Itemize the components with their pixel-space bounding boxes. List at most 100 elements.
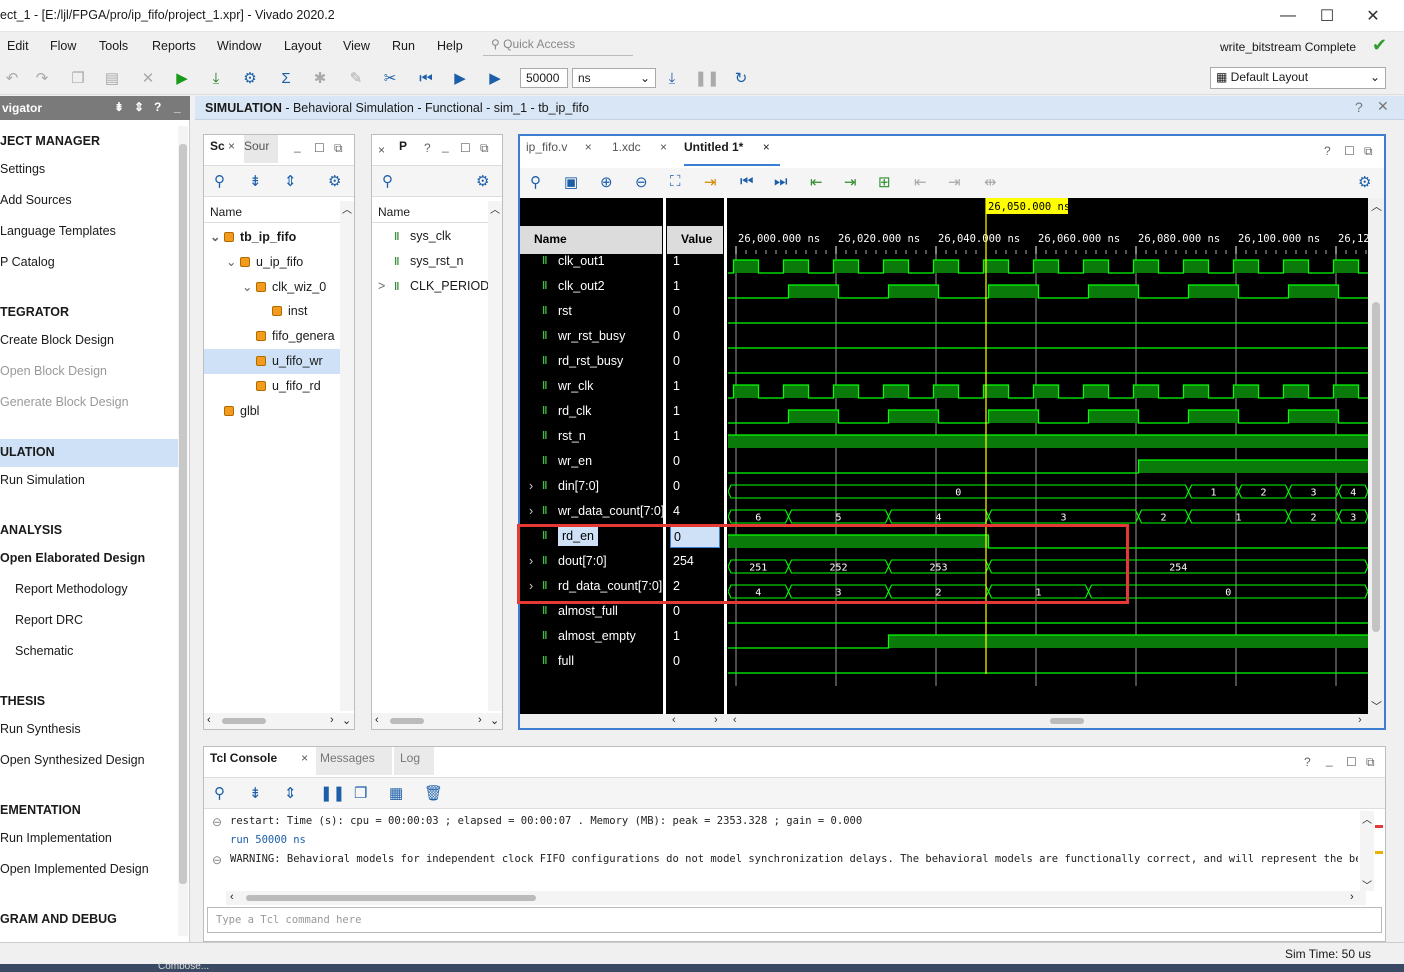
minimize-icon[interactable]: _ — [294, 139, 301, 153]
run-for-icon[interactable]: ▶ — [485, 68, 505, 88]
chevron-down-icon[interactable]: ⌄ — [242, 279, 256, 294]
menu-run[interactable]: Run — [392, 39, 415, 53]
chevron-up-icon[interactable]: ︿ — [1371, 198, 1382, 214]
sigma-icon[interactable]: Σ — [276, 68, 296, 88]
go-end-icon[interactable]: ⏭ — [774, 173, 788, 190]
nav-item-9[interactable]: ULATION — [0, 445, 55, 459]
wave-vscroll[interactable]: ︿ ﹀ — [1368, 198, 1384, 714]
float-icon[interactable]: ⧉ — [480, 141, 489, 156]
nav-item-14[interactable]: Report DRC — [15, 613, 83, 627]
chevron-down-icon[interactable]: ﹀ — [1362, 877, 1372, 892]
scope-row[interactable]: glbl — [210, 404, 259, 418]
chevron-up-icon[interactable]: ︿ — [488, 205, 500, 216]
menu-view[interactable]: View — [343, 39, 370, 53]
signal-row[interactable]: › ǁ wr_data_count[7:0] — [520, 499, 664, 524]
search-icon[interactable]: ⚲ — [214, 784, 225, 802]
scope-row[interactable]: inst — [258, 304, 307, 318]
float-icon[interactable]: ⧉ — [334, 141, 343, 156]
paste-icon[interactable]: ▤ — [102, 68, 122, 88]
chevron-up-icon[interactable]: ︿ — [340, 205, 352, 216]
go-start-icon[interactable]: ⏮ — [740, 173, 754, 190]
tab-objects[interactable]: P — [394, 135, 416, 163]
console-vscroll[interactable]: ︿ ﹀ — [1360, 811, 1374, 892]
objects-hscroll[interactable]: ‹ › ⌄ — [372, 713, 502, 729]
zoom-fit-icon[interactable]: ⛶ — [670, 173, 681, 190]
nav-item-10[interactable]: Run Simulation — [0, 473, 85, 487]
tab-sources[interactable]: Sour — [244, 135, 278, 163]
scope-row[interactable]: u_fifo_wr — [242, 354, 323, 368]
help-icon[interactable]: ? — [1324, 144, 1331, 158]
close-icon[interactable]: × — [301, 751, 308, 765]
expand-all-icon[interactable]: ⇕ — [284, 172, 297, 190]
nav-item-3[interactable]: Language Templates — [0, 224, 116, 238]
close-icon[interactable]: × — [763, 140, 770, 154]
float-icon[interactable]: ⧉ — [1364, 144, 1373, 159]
trash-icon[interactable]: 🗑 — [424, 784, 443, 802]
nav-item-18[interactable]: Open Synthesized Design — [0, 753, 145, 767]
float-icon[interactable]: ⧉ — [1366, 755, 1375, 770]
tab-tcl-console[interactable]: Tcl Console × — [204, 747, 314, 775]
nav-item-17[interactable]: Run Synthesis — [0, 722, 81, 736]
zoom-in-icon[interactable]: ⊕ — [600, 173, 613, 191]
close-window-icon[interactable]: ✕ — [1350, 0, 1396, 32]
redo-icon[interactable]: ↷ — [32, 68, 52, 88]
run-icon[interactable]: ▶ — [172, 68, 192, 88]
search-icon[interactable]: ⚲ — [530, 173, 541, 191]
tcl-command-input[interactable]: Type a Tcl command here — [207, 907, 1382, 933]
maximize-icon[interactable]: ☐ — [460, 141, 471, 155]
scroll-thumb[interactable] — [246, 895, 536, 901]
scope-row[interactable]: fifo_genera — [242, 329, 335, 343]
waveform-canvas[interactable]: 26,000.000 ns 26,020.000 ns 26,040.000 ns 2… — [728, 198, 1368, 714]
signal-row[interactable]: ǁ almost_empty — [520, 624, 663, 649]
chevron-right-icon[interactable]: › — [529, 499, 533, 524]
nav-item-1[interactable]: Settings — [0, 162, 45, 176]
expand-all-icon[interactable]: ⇕ — [284, 784, 297, 802]
scope-row[interactable]: ⌄ u_ip_fifo — [226, 254, 303, 269]
objects-vscroll[interactable]: ︿ — [488, 201, 502, 711]
signal-row[interactable]: ǁ full — [520, 649, 663, 674]
collapse-icon[interactable]: ⊖ — [212, 853, 222, 867]
gear-icon[interactable]: ⚙ — [1358, 173, 1371, 191]
menu-help[interactable]: Help — [437, 39, 463, 53]
layout-select[interactable]: ▦ Default Layout ⌄ — [1210, 67, 1386, 89]
signal-row[interactable]: ǁ wr_clk — [520, 374, 663, 399]
object-row[interactable]: ǁ sys_rst_n — [378, 254, 464, 268]
collapse-icon[interactable]: ⇟ — [114, 100, 124, 114]
undo-icon[interactable]: ↶ — [2, 68, 22, 88]
tab-log[interactable]: Log — [394, 747, 434, 775]
scope-row[interactable]: ⌄ tb_ip_fifo — [210, 229, 296, 244]
prev-transition-icon[interactable]: ⇤ — [810, 173, 823, 191]
help-icon[interactable]: ? — [1355, 99, 1363, 115]
program-icon[interactable]: ⤓ — [206, 68, 226, 88]
add-marker-icon[interactable]: ⊞ — [878, 173, 891, 191]
chevron-left-icon[interactable]: ‹ — [207, 714, 211, 726]
menu-tools[interactable]: Tools — [99, 39, 128, 53]
close-icon[interactable]: × — [585, 140, 592, 154]
scroll-thumb[interactable] — [222, 718, 266, 724]
ip-icon[interactable]: ✱ — [310, 68, 330, 88]
minimize-panel-icon[interactable]: _ — [174, 100, 181, 114]
settings-icon[interactable]: ⚙ — [240, 68, 260, 88]
maximize-icon[interactable]: ☐ — [1304, 0, 1350, 32]
tab-scope[interactable]: Sc × — [204, 135, 241, 163]
next-marker-icon[interactable]: ⇥ — [948, 173, 961, 191]
scroll-thumb[interactable] — [390, 718, 424, 724]
time-unit-select[interactable]: ns ⌄ — [572, 68, 656, 88]
signal-row[interactable]: › ǁ din[7:0] — [520, 474, 663, 499]
scope-row[interactable]: ⌄ clk_wiz_0 — [242, 279, 326, 294]
expand-icon[interactable]: ⇕ — [134, 100, 144, 114]
chevron-down-icon[interactable]: ﹀ — [1371, 698, 1382, 714]
delete-icon[interactable]: ✕ — [138, 68, 158, 88]
minimize-icon[interactable]: _ — [1326, 753, 1333, 767]
nav-item-4[interactable]: P Catalog — [0, 255, 55, 269]
relaunch-icon[interactable]: ↻ — [731, 68, 751, 88]
collapse-all-icon[interactable]: ⇟ — [249, 784, 262, 802]
signal-row[interactable]: ǁ clk_out1 — [520, 249, 663, 274]
restart-sim-icon[interactable]: ⏮ — [416, 68, 436, 88]
close-icon[interactable]: × — [378, 143, 385, 157]
chevron-down-icon[interactable]: ⌄ — [342, 714, 351, 727]
gear-icon[interactable]: ⚙ — [476, 172, 489, 190]
nav-item-7[interactable]: Open Block Design — [0, 364, 107, 378]
minimize-icon[interactable]: _ — [442, 139, 449, 153]
close-icon[interactable]: ✕ — [1377, 98, 1389, 115]
